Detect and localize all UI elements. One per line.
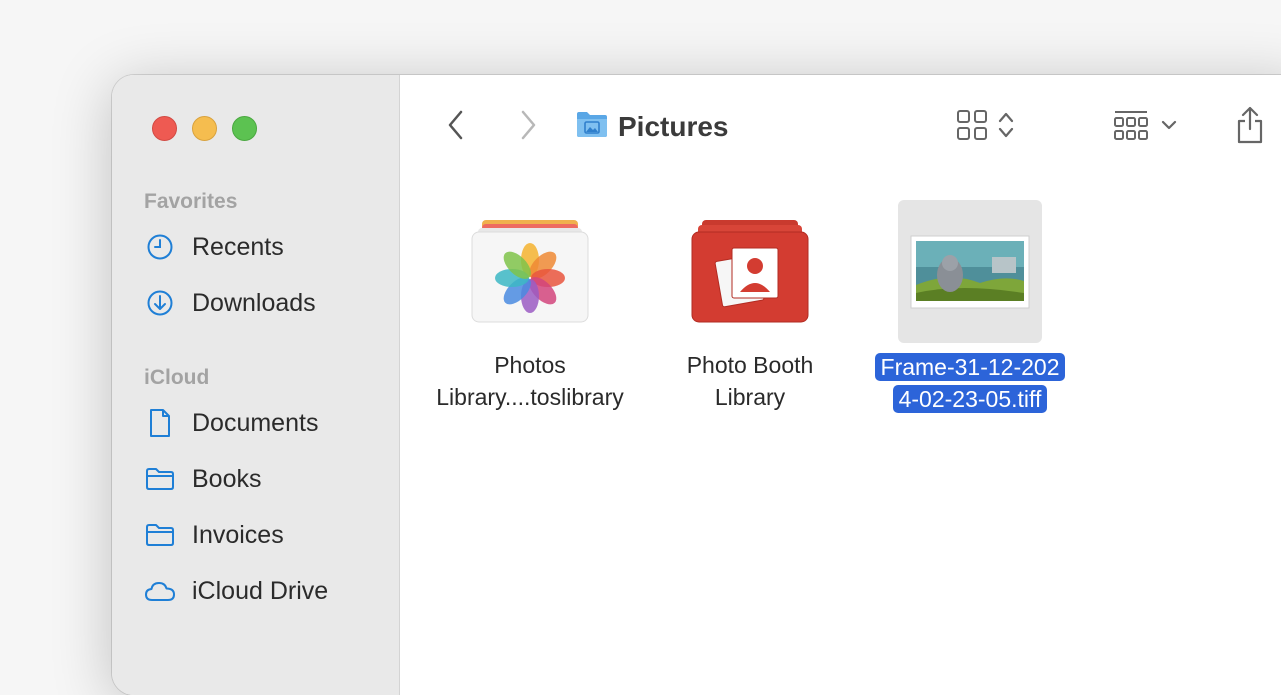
file-name-line: Photo Booth [686,352,814,378]
sidebar-section-icloud: iCloud [144,366,210,389]
photo-booth-library-icon [690,218,810,328]
clock-icon [144,231,176,263]
sidebar-item-downloads[interactable]: Downloads [144,283,316,323]
download-circle-icon [144,287,176,319]
file-name: Photos Library....toslibrary [420,349,640,413]
sidebar-item-invoices[interactable]: Invoices [144,515,284,555]
sidebar-item-label: Books [192,464,262,493]
chevron-right-icon [518,109,538,146]
back-button[interactable] [440,107,472,147]
page-title: Pictures [618,111,729,142]
file-item[interactable]: Photo Booth Library [640,200,860,420]
tiff-image-thumbnail [910,235,1030,309]
file-name: Photo Booth Library [640,349,860,413]
cloud-icon [144,575,176,607]
file-name-line: Frame-31-12-202 [860,351,1080,383]
share-icon [1234,105,1266,150]
sidebar: Favorites Recents Downloads iCloud Docum… [112,75,400,695]
close-button[interactable] [152,116,177,141]
window-controls [152,116,257,141]
updown-chevron-icon [997,110,1015,145]
group-by-button[interactable] [1105,107,1185,147]
file-name-line: Photos [494,352,566,378]
file-name-line: 4-02-23-05.tiff [860,383,1080,415]
document-icon [144,407,176,439]
sidebar-item-documents[interactable]: Documents [144,403,318,443]
finder-window: Favorites Recents Downloads iCloud Docum… [112,75,1281,695]
sidebar-item-label: Invoices [192,520,284,549]
sidebar-item-label: Downloads [192,288,316,317]
sidebar-item-icloud-drive[interactable]: iCloud Drive [144,571,328,611]
sidebar-item-label: Recents [192,232,284,261]
folder-icon [144,463,176,495]
file-name-line: Library [714,384,786,410]
sidebar-item-books[interactable]: Books [144,459,261,499]
sidebar-item-recents[interactable]: Recents [144,227,284,267]
grid-view-icon [955,108,989,147]
chevron-down-icon [1160,118,1178,136]
sidebar-item-label: Documents [192,408,319,437]
file-name-text: 4-02-23-05.tiff [892,385,1048,413]
folder-icon [144,519,176,551]
minimize-button[interactable] [192,116,217,141]
file-item[interactable]: Photos Library....toslibrary [420,200,640,420]
main-content: Pictures Photos Library....toslibrary Ph… [400,75,1281,695]
folder-title: Pictures [576,107,729,147]
sidebar-item-label: iCloud Drive [192,576,329,605]
photos-library-icon [470,218,590,328]
file-name-line: Library....toslibrary [436,384,624,410]
forward-button[interactable] [512,107,544,147]
chevron-left-icon [446,109,466,146]
group-by-icon [1112,108,1150,147]
share-button[interactable] [1230,105,1270,149]
file-name-text: Frame-31-12-202 [874,353,1066,381]
file-item-selected[interactable]: Frame-31-12-202 4-02-23-05.tiff [860,200,1080,420]
view-mode-button[interactable] [940,107,1030,147]
pictures-folder-icon [576,110,608,145]
file-name: Frame-31-12-202 4-02-23-05.tiff [860,351,1080,415]
sidebar-section-favorites: Favorites [144,190,238,213]
zoom-button[interactable] [232,116,257,141]
